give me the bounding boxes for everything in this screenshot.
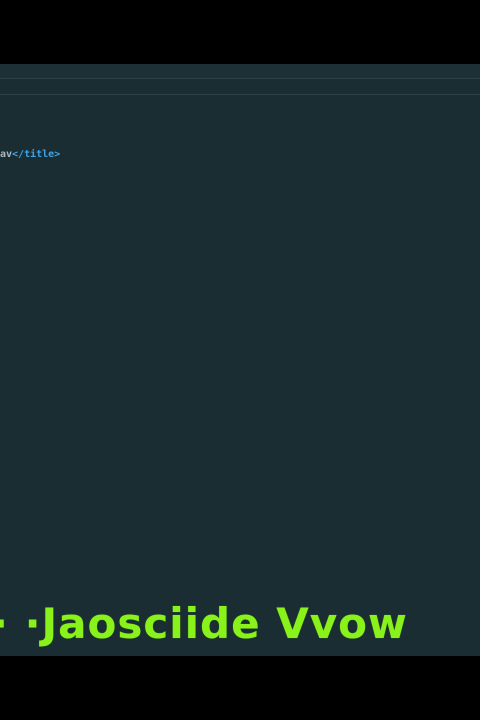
code-editor[interactable]: av</title> · ·Jaosciide Vvow xyxy=(0,64,480,656)
editor-divider xyxy=(0,94,480,95)
closing-title-tag: </title> xyxy=(12,149,61,160)
code-line: av</title> xyxy=(0,148,60,162)
letterbox-bottom xyxy=(0,656,480,720)
overlay-caption: · ·Jaosciide Vvow xyxy=(0,599,408,648)
video-frame: av</title> · ·Jaosciide Vvow xyxy=(0,0,480,720)
letterbox-top xyxy=(0,0,480,64)
code-area[interactable]: av</title> xyxy=(0,144,480,624)
editor-tab-bar xyxy=(0,64,480,79)
code-text: av xyxy=(0,149,13,160)
